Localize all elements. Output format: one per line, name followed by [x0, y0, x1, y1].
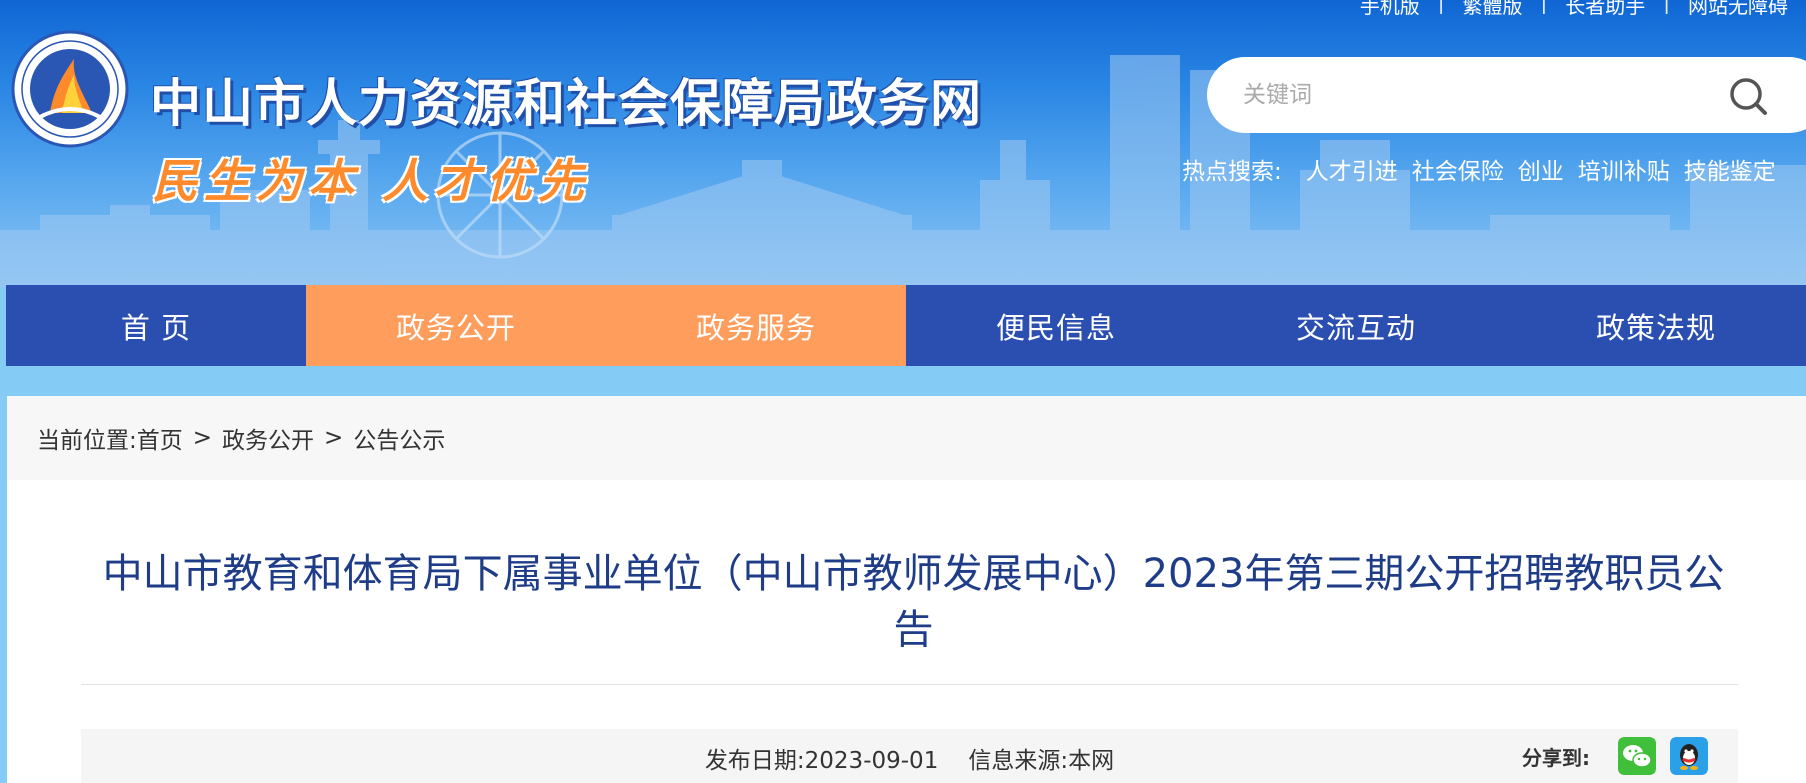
breadcrumb-separator: > — [192, 425, 213, 451]
skyline-illustration — [0, 55, 1806, 287]
top-link-separator: | — [1663, 0, 1670, 14]
header: 手机版 | 繁體版 | 长者助手 | 网站无障碍 中山市人力资源和社会保障局政务… — [0, 0, 1806, 287]
logo-emblem-icon[interactable] — [10, 29, 130, 149]
breadcrumb-prefix: 当前位置: — [37, 428, 137, 454]
article-meta-bar: 发布日期:2023-09-01 信息来源:本网 分享到: — [81, 729, 1738, 783]
qq-icon[interactable] — [1670, 737, 1708, 775]
top-link-separator: | — [1540, 0, 1548, 14]
breadcrumb-separator: > — [324, 425, 344, 451]
nav-item-home[interactable]: 首 页 — [6, 285, 306, 366]
nav-item-gov-services[interactable]: 政务服务 — [606, 285, 906, 366]
nav-item-public-info[interactable]: 便民信息 — [906, 285, 1206, 366]
title-divider — [81, 684, 1738, 685]
hot-search-item[interactable]: 社会保险 — [1412, 152, 1504, 186]
nav-item-policies[interactable]: 政策法规 — [1506, 285, 1806, 366]
nav-item-gov-affairs-open[interactable]: 政务公开 — [306, 285, 606, 366]
page: 手机版 | 繁體版 | 长者助手 | 网站无障碍 中山市人力资源和社会保障局政务… — [0, 0, 1806, 783]
search-input[interactable] — [1243, 75, 1723, 115]
share-label: 分享到: — [1522, 745, 1590, 770]
hot-search-label: 热点搜索: — [1182, 159, 1282, 185]
breadcrumb: 当前位置: 首页 > 政务公开 > 公告公示 — [7, 396, 1806, 480]
top-link-mobile[interactable]: 手机版 — [1342, 0, 1438, 18]
hot-search-item[interactable]: 创业 — [1518, 152, 1564, 186]
breadcrumb-announcements[interactable]: 公告公示 — [353, 421, 445, 455]
breadcrumb-gov-affairs[interactable]: 政务公开 — [222, 421, 314, 455]
top-link-accessibility[interactable]: 网站无障碍 — [1670, 0, 1806, 18]
hot-search-item[interactable]: 培训补贴 — [1578, 152, 1670, 186]
search-icon[interactable] — [1727, 75, 1769, 117]
breadcrumb-home[interactable]: 首页 — [137, 421, 183, 455]
article-title: 中山市教育和体育局下属事业单位（中山市教师发展中心）2023年第三期公开招聘教职… — [102, 551, 1725, 653]
main-nav: 首 页 政务公开 政务服务 便民信息 交流互动 政策法规 — [6, 285, 1806, 366]
search-box — [1207, 57, 1806, 133]
slogan: 民生为本 人才优先 — [152, 154, 591, 208]
top-link-elder[interactable]: 长者助手 — [1547, 0, 1663, 18]
source-label: 信息来源: — [968, 748, 1069, 774]
top-link-separator: | — [1437, 0, 1445, 14]
source-value: 本网 — [1068, 748, 1115, 774]
article-meta: 发布日期:2023-09-01 信息来源:本网 — [81, 741, 1738, 775]
publish-date-label: 发布日期: — [704, 748, 805, 774]
wechat-icon[interactable] — [1618, 737, 1656, 775]
nav-item-interaction[interactable]: 交流互动 — [1206, 285, 1506, 366]
hot-search: 热点搜索: 人才引进 社会保险 创业 培训补贴 技能鉴定 — [1182, 152, 1790, 186]
hot-search-item[interactable]: 人才引进 — [1306, 152, 1398, 186]
content-panel: 当前位置: 首页 > 政务公开 > 公告公示 中山市教育和体育局下属事业单位（中… — [7, 396, 1806, 783]
publish-date: 2023-09-01 — [804, 748, 939, 774]
top-link-traditional[interactable]: 繁體版 — [1445, 0, 1541, 18]
site-title[interactable]: 中山市人力资源和社会保障局政务网 — [150, 62, 982, 136]
share-bar: 分享到: — [1522, 737, 1722, 775]
top-links: 手机版 | 繁體版 | 长者助手 | 网站无障碍 — [1342, 0, 1806, 18]
hot-search-item[interactable]: 技能鉴定 — [1684, 152, 1776, 186]
